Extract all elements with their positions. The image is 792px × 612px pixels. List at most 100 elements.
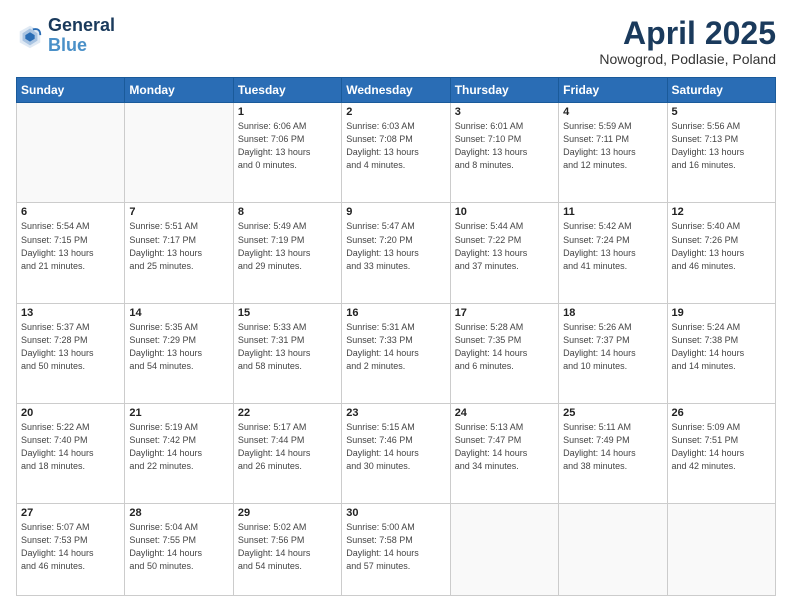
calendar-day-cell: 7Sunrise: 5:51 AM Sunset: 7:17 PM Daylig… <box>125 203 233 303</box>
calendar-week-row: 1 Sunrise: 6:06 AM Sunset: 7:06 PM Daylig… <box>17 103 776 203</box>
calendar-day-cell: 17 Sunrise: 5:28 AM Sunset: 7:35 PM Dayli… <box>450 303 558 403</box>
day-info: Sunrise: 5:28 AM Sunset: 7:35 PM Dayligh… <box>455 321 554 373</box>
day-info: Sunrise: 5:02 AM Sunset: 7:56 PM Dayligh… <box>238 521 337 573</box>
calendar-week-row: 6 Sunrise: 5:54 AM Sunset: 7:15 PM Daylig… <box>17 203 776 303</box>
day-number: 15 <box>238 307 337 319</box>
day-info: Sunrise: 6:06 AM Sunset: 7:06 PM Dayligh… <box>238 120 337 172</box>
day-info: Sunrise: 5:24 AM Sunset: 7:38 PM Dayligh… <box>672 321 771 373</box>
day-info: Sunrise: 5:22 AM Sunset: 7:40 PM Dayligh… <box>21 421 120 473</box>
day-number: 1 <box>238 106 337 118</box>
day-number: 8 <box>238 206 337 218</box>
calendar-day-cell: 5Sunrise: 5:56 AM Sunset: 7:13 PM Daylig… <box>667 103 775 203</box>
weekday-header-cell: Saturday <box>667 78 775 103</box>
day-number: 3 <box>455 106 554 118</box>
calendar-day-cell: 19 Sunrise: 5:24 AM Sunset: 7:38 PM Dayli… <box>667 303 775 403</box>
day-info: Sunrise: 5:09 AM Sunset: 7:51 PM Dayligh… <box>672 421 771 473</box>
location-subtitle: Nowogrod, Podlasie, Poland <box>599 51 776 67</box>
day-info: Sunrise: 5:19 AM Sunset: 7:42 PM Dayligh… <box>129 421 228 473</box>
day-number: 22 <box>238 407 337 419</box>
calendar-day-cell: 25 Sunrise: 5:11 AM Sunset: 7:49 PM Dayli… <box>559 403 667 503</box>
weekday-header-cell: Thursday <box>450 78 558 103</box>
calendar-day-cell <box>559 504 667 596</box>
weekday-header-row: SundayMondayTuesdayWednesdayThursdayFrid… <box>17 78 776 103</box>
calendar-day-cell: 23Sunrise: 5:15 AM Sunset: 7:46 PM Dayli… <box>342 403 450 503</box>
day-number: 20 <box>21 407 120 419</box>
calendar-week-row: 27 Sunrise: 5:07 AM Sunset: 7:53 PM Dayli… <box>17 504 776 596</box>
weekday-header-cell: Tuesday <box>233 78 341 103</box>
title-block: April 2025 Nowogrod, Podlasie, Poland <box>599 16 776 67</box>
calendar-day-cell: 11 Sunrise: 5:42 AM Sunset: 7:24 PM Dayli… <box>559 203 667 303</box>
day-info: Sunrise: 5:31 AM Sunset: 7:33 PM Dayligh… <box>346 321 445 373</box>
logo-line2: Blue <box>48 36 115 56</box>
weekday-header-cell: Monday <box>125 78 233 103</box>
day-info: Sunrise: 5:33 AM Sunset: 7:31 PM Dayligh… <box>238 321 337 373</box>
day-number: 29 <box>238 507 337 519</box>
calendar-day-cell: 15 Sunrise: 5:33 AM Sunset: 7:31 PM Dayli… <box>233 303 341 403</box>
day-number: 16 <box>346 307 445 319</box>
calendar-day-cell: 4 Sunrise: 5:59 AM Sunset: 7:11 PM Daylig… <box>559 103 667 203</box>
day-number: 28 <box>129 507 228 519</box>
day-info: Sunrise: 5:35 AM Sunset: 7:29 PM Dayligh… <box>129 321 228 373</box>
calendar-day-cell <box>450 504 558 596</box>
day-number: 10 <box>455 206 554 218</box>
day-number: 24 <box>455 407 554 419</box>
calendar-day-cell: 12Sunrise: 5:40 AM Sunset: 7:26 PM Dayli… <box>667 203 775 303</box>
calendar-day-cell: 9Sunrise: 5:47 AM Sunset: 7:20 PM Daylig… <box>342 203 450 303</box>
day-number: 11 <box>563 206 662 218</box>
calendar-day-cell: 29 Sunrise: 5:02 AM Sunset: 7:56 PM Dayli… <box>233 504 341 596</box>
calendar-day-cell: 1 Sunrise: 6:06 AM Sunset: 7:06 PM Daylig… <box>233 103 341 203</box>
calendar-day-cell: 3Sunrise: 6:01 AM Sunset: 7:10 PM Daylig… <box>450 103 558 203</box>
day-info: Sunrise: 5:07 AM Sunset: 7:53 PM Dayligh… <box>21 521 120 573</box>
weekday-header-cell: Sunday <box>17 78 125 103</box>
calendar-day-cell: 16 Sunrise: 5:31 AM Sunset: 7:33 PM Dayli… <box>342 303 450 403</box>
calendar-day-cell <box>17 103 125 203</box>
day-info: Sunrise: 5:54 AM Sunset: 7:15 PM Dayligh… <box>21 220 120 272</box>
day-number: 6 <box>21 206 120 218</box>
calendar-day-cell <box>667 504 775 596</box>
day-number: 13 <box>21 307 120 319</box>
calendar-day-cell: 14 Sunrise: 5:35 AM Sunset: 7:29 PM Dayli… <box>125 303 233 403</box>
calendar-day-cell: 18Sunrise: 5:26 AM Sunset: 7:37 PM Dayli… <box>559 303 667 403</box>
calendar-day-cell: 13 Sunrise: 5:37 AM Sunset: 7:28 PM Dayli… <box>17 303 125 403</box>
day-number: 27 <box>21 507 120 519</box>
calendar-body: 1 Sunrise: 6:06 AM Sunset: 7:06 PM Daylig… <box>17 103 776 596</box>
calendar-day-cell: 6 Sunrise: 5:54 AM Sunset: 7:15 PM Daylig… <box>17 203 125 303</box>
day-number: 19 <box>672 307 771 319</box>
day-number: 17 <box>455 307 554 319</box>
calendar-table: SundayMondayTuesdayWednesdayThursdayFrid… <box>16 77 776 596</box>
day-info: Sunrise: 5:47 AM Sunset: 7:20 PM Dayligh… <box>346 220 445 272</box>
day-info: Sunrise: 5:49 AM Sunset: 7:19 PM Dayligh… <box>238 220 337 272</box>
day-number: 4 <box>563 106 662 118</box>
calendar-week-row: 20 Sunrise: 5:22 AM Sunset: 7:40 PM Dayli… <box>17 403 776 503</box>
weekday-header-cell: Friday <box>559 78 667 103</box>
day-info: Sunrise: 5:56 AM Sunset: 7:13 PM Dayligh… <box>672 120 771 172</box>
calendar-day-cell: 8 Sunrise: 5:49 AM Sunset: 7:19 PM Daylig… <box>233 203 341 303</box>
month-title: April 2025 <box>599 16 776 51</box>
day-info: Sunrise: 6:03 AM Sunset: 7:08 PM Dayligh… <box>346 120 445 172</box>
calendar-day-cell: 10 Sunrise: 5:44 AM Sunset: 7:22 PM Dayli… <box>450 203 558 303</box>
day-number: 14 <box>129 307 228 319</box>
page: General Blue April 2025 Nowogrod, Podlas… <box>0 0 792 612</box>
day-info: Sunrise: 5:37 AM Sunset: 7:28 PM Dayligh… <box>21 321 120 373</box>
calendar-day-cell: 30Sunrise: 5:00 AM Sunset: 7:58 PM Dayli… <box>342 504 450 596</box>
calendar-day-cell: 21Sunrise: 5:19 AM Sunset: 7:42 PM Dayli… <box>125 403 233 503</box>
calendar-day-cell: 22Sunrise: 5:17 AM Sunset: 7:44 PM Dayli… <box>233 403 341 503</box>
calendar-day-cell: 24Sunrise: 5:13 AM Sunset: 7:47 PM Dayli… <box>450 403 558 503</box>
logo-line1: General <box>48 16 115 36</box>
day-info: Sunrise: 5:04 AM Sunset: 7:55 PM Dayligh… <box>129 521 228 573</box>
day-info: Sunrise: 5:42 AM Sunset: 7:24 PM Dayligh… <box>563 220 662 272</box>
day-number: 25 <box>563 407 662 419</box>
day-info: Sunrise: 5:44 AM Sunset: 7:22 PM Dayligh… <box>455 220 554 272</box>
calendar-day-cell <box>125 103 233 203</box>
calendar-day-cell: 26 Sunrise: 5:09 AM Sunset: 7:51 PM Dayli… <box>667 403 775 503</box>
calendar-day-cell: 20 Sunrise: 5:22 AM Sunset: 7:40 PM Dayli… <box>17 403 125 503</box>
day-number: 2 <box>346 106 445 118</box>
day-number: 26 <box>672 407 771 419</box>
calendar-day-cell: 27 Sunrise: 5:07 AM Sunset: 7:53 PM Dayli… <box>17 504 125 596</box>
logo-text: General Blue <box>48 16 115 56</box>
day-info: Sunrise: 5:51 AM Sunset: 7:17 PM Dayligh… <box>129 220 228 272</box>
day-info: Sunrise: 5:59 AM Sunset: 7:11 PM Dayligh… <box>563 120 662 172</box>
day-info: Sunrise: 5:00 AM Sunset: 7:58 PM Dayligh… <box>346 521 445 573</box>
logo-icon <box>16 22 44 50</box>
day-info: Sunrise: 5:11 AM Sunset: 7:49 PM Dayligh… <box>563 421 662 473</box>
